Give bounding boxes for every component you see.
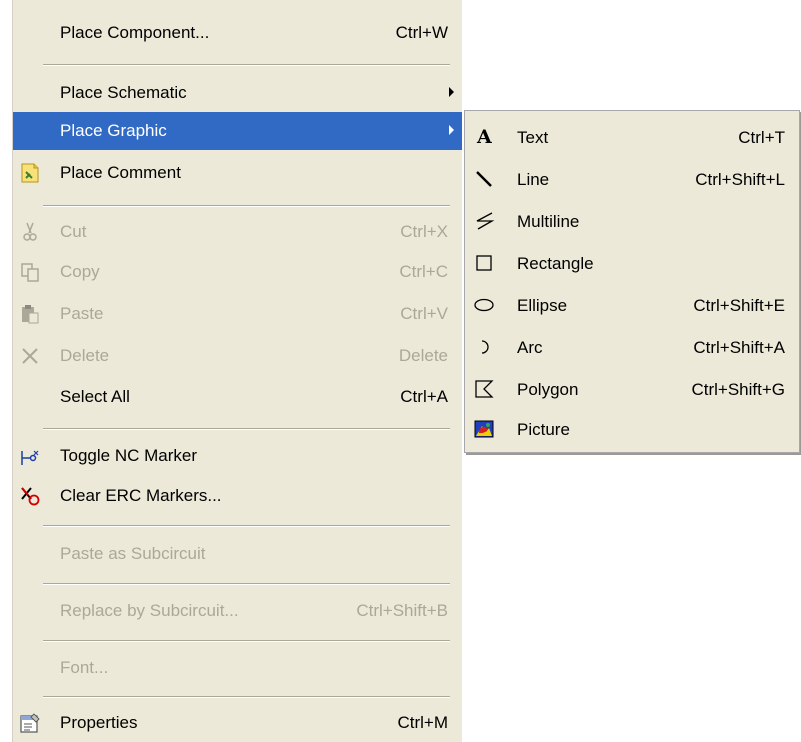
submenu-item-multiline[interactable]: Multiline	[465, 200, 799, 242]
rectangle-icon	[473, 252, 495, 274]
arc-icon	[473, 336, 495, 358]
menu-item-label: Paste	[60, 304, 104, 323]
menu-separator	[43, 696, 450, 698]
delete-x-icon	[19, 345, 41, 367]
menu-item-label: Rectangle	[517, 254, 594, 273]
menu-item-label: Properties	[60, 713, 138, 732]
menu-item-copy[interactable]: Copy Ctrl+C	[13, 253, 462, 291]
scissors-icon	[19, 221, 41, 243]
context-menu: Place Component... Ctrl+W Place Schemati…	[12, 0, 462, 742]
menu-item-shortcut: Ctrl+Shift+L	[695, 170, 785, 189]
menu-item-label: Place Comment	[60, 163, 181, 182]
picture-icon	[473, 418, 495, 440]
menu-item-shortcut: Ctrl+T	[738, 128, 785, 147]
clear-erc-icon	[19, 485, 41, 507]
menu-item-label: Select All	[60, 387, 130, 406]
submenu-item-rectangle[interactable]: Rectangle	[465, 242, 799, 284]
menu-item-shortcut: Ctrl+Shift+E	[693, 296, 785, 315]
copy-icon	[19, 261, 41, 283]
menu-item-toggle-nc-marker[interactable]: Toggle NC Marker	[13, 437, 462, 475]
menu-item-properties[interactable]: Properties Ctrl+M	[13, 704, 462, 742]
menu-item-label: Place Schematic	[60, 83, 187, 102]
menu-item-label: Ellipse	[517, 296, 568, 315]
submenu-item-line[interactable]: Line Ctrl+Shift+L	[465, 158, 799, 200]
menu-item-place-comment[interactable]: Place Comment	[13, 154, 462, 192]
menu-item-label: Multiline	[517, 212, 580, 231]
submenu-item-ellipse[interactable]: Ellipse Ctrl+Shift+E	[465, 284, 799, 326]
properties-icon	[19, 712, 41, 734]
submenu-arrow-icon	[449, 87, 454, 97]
menu-item-place-graphic[interactable]: Place Graphic	[13, 112, 462, 150]
text-a-icon: A	[477, 126, 492, 148]
menu-item-label: Text	[517, 128, 549, 147]
menu-item-label: Picture	[517, 420, 570, 439]
menu-item-shortcut: Ctrl+W	[395, 23, 448, 42]
menu-item-label: Polygon	[517, 380, 579, 399]
submenu-item-picture[interactable]: Picture	[465, 408, 799, 450]
menu-item-replace-by-subcircuit[interactable]: Replace by Subcircuit... Ctrl+Shift+B	[13, 592, 462, 630]
menu-item-select-all[interactable]: Select All Ctrl+A	[13, 378, 462, 416]
menu-separator	[43, 64, 450, 66]
menu-separator	[43, 583, 450, 585]
menu-item-label: Arc	[517, 338, 543, 357]
menu-item-place-schematic[interactable]: Place Schematic	[13, 74, 462, 112]
menu-item-shortcut: Ctrl+Shift+G	[691, 380, 785, 399]
line-icon	[473, 168, 495, 190]
submenu-item-polygon[interactable]: Polygon Ctrl+Shift+G	[465, 368, 799, 410]
ellipse-icon	[473, 294, 495, 316]
menu-item-paste[interactable]: Paste Ctrl+V	[13, 295, 462, 333]
menu-item-label: Clear ERC Markers...	[60, 486, 222, 505]
multiline-icon	[473, 210, 495, 232]
menu-separator	[43, 428, 450, 430]
menu-item-shortcut: Ctrl+C	[399, 262, 448, 281]
menu-item-label: Line	[517, 170, 550, 189]
submenu-arrow-icon	[449, 125, 454, 135]
menu-item-shortcut: Ctrl+Shift+A	[693, 338, 785, 357]
menu-item-label: Toggle NC Marker	[60, 446, 197, 465]
nc-marker-icon	[19, 445, 41, 467]
submenu-item-arc[interactable]: Arc Ctrl+Shift+A	[465, 326, 799, 368]
menu-item-cut[interactable]: Cut Ctrl+X	[13, 213, 462, 251]
paste-icon	[19, 303, 41, 325]
menu-item-shortcut: Ctrl+Shift+B	[356, 601, 448, 620]
menu-item-label: Replace by Subcircuit...	[60, 601, 239, 620]
menu-item-label: Place Graphic	[60, 121, 167, 140]
menu-item-shortcut: Delete	[398, 346, 448, 365]
menu-separator	[43, 640, 450, 642]
menu-item-delete[interactable]: Delete Delete	[13, 337, 462, 375]
menu-item-label: Paste as Subcircuit	[60, 544, 206, 563]
menu-item-shortcut: Ctrl+V	[400, 304, 448, 323]
menu-item-clear-erc-markers[interactable]: Clear ERC Markers...	[13, 477, 462, 515]
menu-separator	[43, 525, 450, 527]
submenu-item-text[interactable]: A Text Ctrl+T	[465, 116, 799, 158]
menu-item-font[interactable]: Font...	[13, 649, 462, 687]
menu-item-label: Delete	[60, 346, 110, 365]
menu-separator	[43, 205, 450, 207]
menu-item-label: Place Component...	[60, 23, 210, 42]
menu-item-label: Cut	[60, 222, 87, 241]
menu-item-shortcut: Ctrl+M	[397, 713, 448, 732]
menu-item-paste-as-subcircuit[interactable]: Paste as Subcircuit	[13, 535, 462, 573]
place-graphic-submenu: A Text Ctrl+T Line Ctrl+Shift+L Multilin…	[464, 110, 800, 453]
menu-item-shortcut: Ctrl+A	[400, 387, 448, 406]
menu-item-shortcut: Ctrl+X	[400, 222, 448, 241]
polygon-icon	[473, 378, 495, 400]
menu-item-label: Copy	[60, 262, 100, 281]
menu-item-place-component[interactable]: Place Component... Ctrl+W	[13, 14, 462, 52]
comment-icon	[19, 162, 41, 184]
menu-item-label: Font...	[60, 658, 109, 677]
